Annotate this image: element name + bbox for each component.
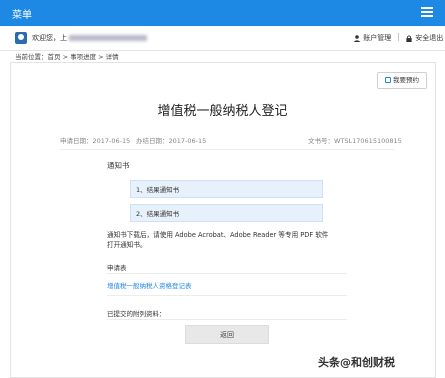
divider	[107, 319, 347, 320]
notice-item-2[interactable]: 2、结果通知书	[130, 204, 323, 222]
logout-link[interactable]: 安全退出	[405, 33, 443, 43]
attachments-label: 已提交的附列资料：	[107, 310, 166, 318]
divider	[60, 149, 395, 150]
divider	[107, 295, 347, 296]
user-avatar-icon	[15, 32, 27, 44]
account-management-link[interactable]: 账户管理	[353, 33, 391, 43]
calendar-icon	[385, 77, 391, 83]
breadcrumb: 当前位置：首页 > 事项进度 > 详情	[15, 53, 119, 61]
user-icon	[353, 34, 361, 42]
top-nav-bar: 菜单	[0, 0, 445, 26]
welcome-label: 欢迎您，上	[32, 34, 67, 42]
book-appointment-button[interactable]: 我要预约	[377, 72, 427, 89]
lock-icon	[406, 34, 412, 42]
hamburger-menu-icon[interactable]	[421, 7, 433, 17]
back-button[interactable]: 返回	[185, 325, 269, 344]
separator: |	[397, 32, 400, 41]
redacted-username	[69, 35, 147, 41]
book-button-label: 我要预约	[393, 76, 419, 84]
watermark: 头条@和创财税	[318, 356, 395, 369]
account-label: 账户管理	[363, 34, 392, 42]
application-form-link[interactable]: 增值税一般纳税人资格登记表	[107, 280, 192, 290]
page-title: 增值税一般纳税人登记	[157, 104, 288, 119]
divider	[107, 273, 347, 274]
welcome-text: 欢迎您，上	[32, 33, 147, 43]
logout-label: 安全退出	[415, 34, 444, 42]
apply-date: 申请日期：2017-06-15	[60, 137, 131, 145]
notice-item-1[interactable]: 1、结果通知书	[130, 180, 323, 198]
download-instructions: 通知书下载后，请使用 Adobe Acrobat、Adobe Reader 等专…	[107, 231, 329, 249]
process-date: 办结日期：2017-06-15	[136, 137, 207, 145]
notice-section-title: 通知书	[107, 161, 130, 170]
application-section-title: 申请表	[107, 264, 127, 272]
menu-label[interactable]: 菜单	[12, 6, 32, 21]
document-number: 文书号：WTSL170615100815	[308, 137, 402, 145]
